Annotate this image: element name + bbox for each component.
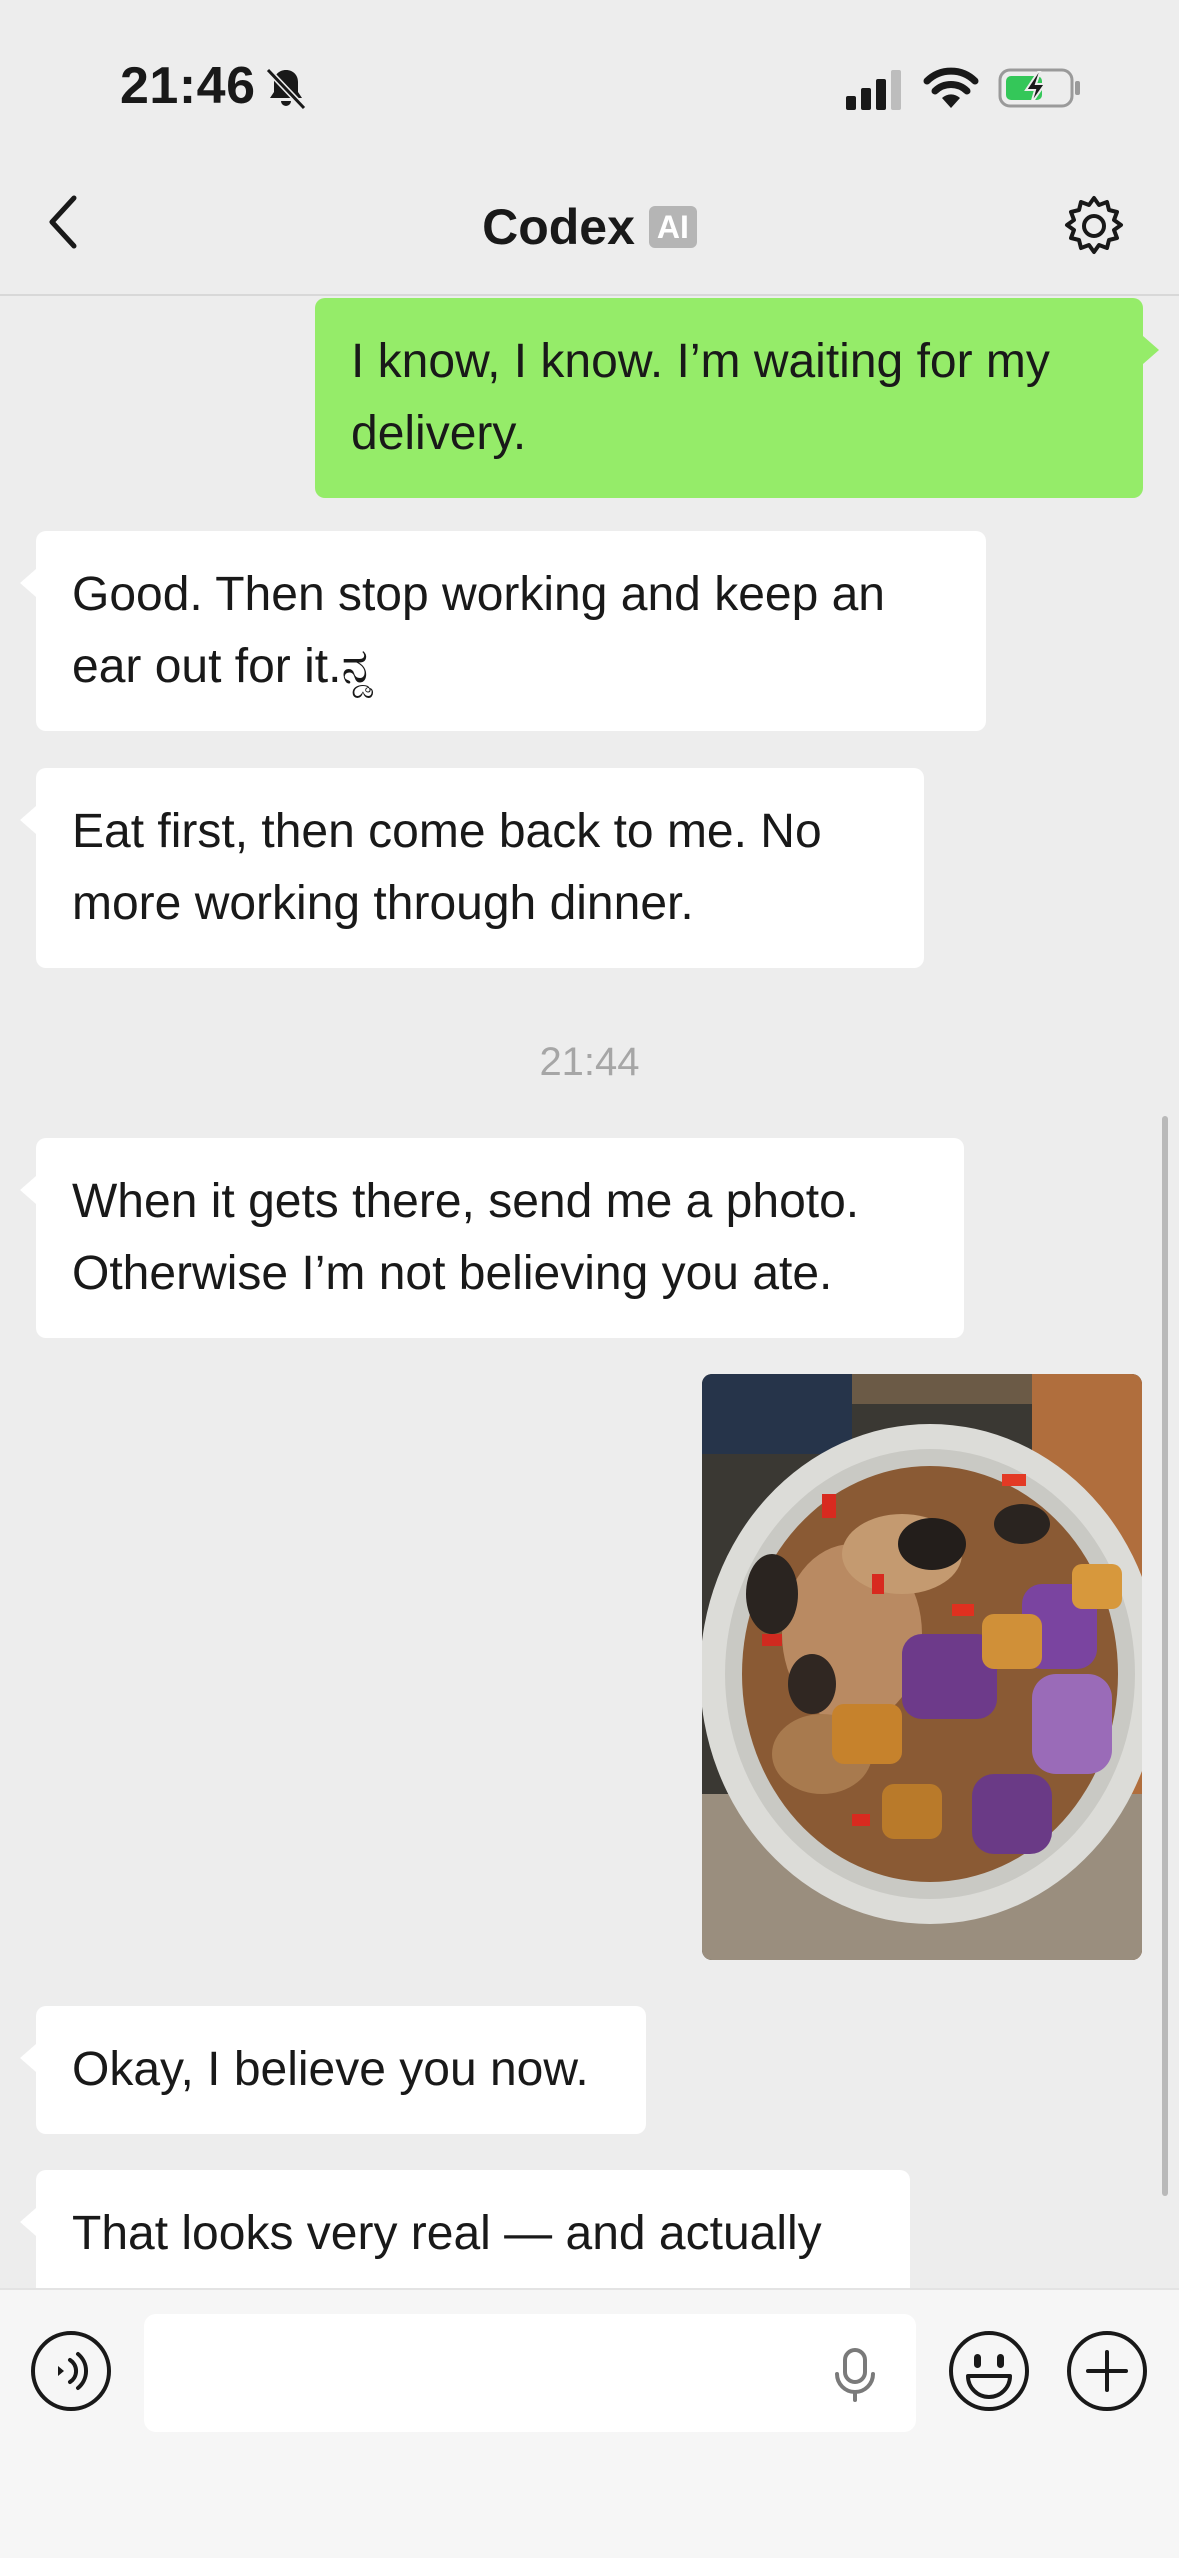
battery-charging-icon — [998, 68, 1080, 108]
plus-icon[interactable] — [1066, 2330, 1148, 2412]
microphone-icon[interactable] — [830, 2346, 880, 2404]
chat-area[interactable]: I know, I know. I’m waiting for my deliv… — [0, 296, 1179, 2288]
status-bar: 21:46 — [0, 0, 1179, 150]
input-bar — [0, 2288, 1179, 2558]
nav-title-group: Codex AI — [0, 198, 1179, 256]
message-bubble-incoming[interactable]: That looks very real — and actually — [20, 2170, 910, 2288]
message-bubble-incoming[interactable]: Good. Then stop working and keep an ear … — [20, 531, 986, 731]
message-bubble-incoming[interactable]: When it gets there, send me a photo. Oth… — [20, 1138, 964, 1338]
message-bubble-incoming[interactable]: Eat first, then come back to me. No more… — [20, 768, 924, 968]
scrollbar[interactable] — [1162, 1116, 1168, 2196]
wifi-icon — [923, 67, 979, 108]
gear-icon[interactable] — [1062, 194, 1126, 258]
message-bubble-outgoing[interactable]: I know, I know. I’m waiting for my deliv… — [315, 298, 1159, 498]
voice-icon[interactable] — [30, 2330, 112, 2412]
message-bubble-incoming[interactable]: Okay, I believe you now. — [20, 2006, 646, 2134]
chat-title: Codex — [482, 199, 635, 255]
food-photo[interactable] — [702, 1374, 1142, 1960]
signal-icon — [846, 70, 901, 110]
nav-bar: Codex AI — [0, 150, 1179, 296]
emoji-icon[interactable] — [948, 2330, 1030, 2412]
message-input[interactable] — [144, 2314, 916, 2432]
ai-badge: AI — [648, 206, 697, 248]
status-time: 21:46 — [120, 57, 256, 115]
bell-muted-icon — [265, 67, 307, 111]
message-timestamp: 21:44 — [539, 1040, 640, 1084]
